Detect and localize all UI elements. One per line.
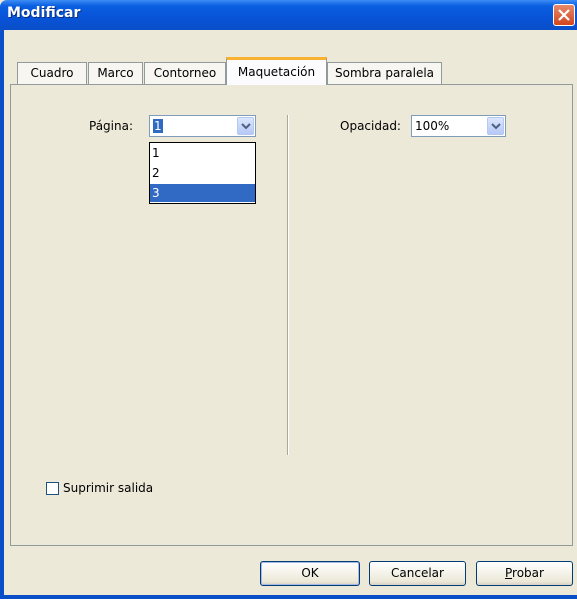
probar-button[interactable]: Probar [476,561,573,586]
pagina-options-list: 1 2 3 [149,142,256,204]
window-frame-left [0,30,4,599]
tab-sombra-paralela[interactable]: Sombra paralela [327,62,442,84]
probar-label-rest: robar [512,566,544,580]
ok-button[interactable]: OK [260,561,360,586]
window-frame-bottom [0,595,577,599]
column-divider [287,115,289,455]
pagina-option-3[interactable]: 3 [150,184,255,202]
tab-marco[interactable]: Marco [88,62,143,84]
title-bar[interactable]: Modificar [0,0,577,30]
tab-maquetacion[interactable]: Maquetación [226,57,327,85]
pagina-value: 1 [153,119,163,133]
close-button[interactable] [553,4,575,26]
probar-accesskey: P [505,566,513,580]
close-icon [558,9,570,21]
suprimir-salida-checkbox[interactable] [46,482,59,495]
tab-contorneo[interactable]: Contorneo [144,62,226,84]
tab-panel [10,84,573,546]
suprimir-salida-label[interactable]: Suprimir salida [63,481,153,495]
chevron-down-icon [491,123,501,130]
pagina-dropdown-button[interactable] [237,117,254,135]
opacidad-label: Opacidad: [340,119,401,133]
opacidad-select[interactable]: 100% [411,115,506,137]
pagina-select[interactable]: 1 [149,115,256,137]
pagina-option-2[interactable]: 2 [150,164,255,182]
window-title: Modificar [7,5,81,21]
opacidad-dropdown-button[interactable] [487,117,504,135]
pagina-option-1[interactable]: 1 [150,144,255,162]
cancel-button[interactable]: Cancelar [369,561,466,586]
chevron-down-icon [241,123,251,130]
pagina-label: Página: [89,119,134,133]
tab-cuadro[interactable]: Cuadro [17,62,87,84]
dialog-window: Modificar Cuadro Marco Contorneo Maqueta… [0,0,577,599]
opacidad-value: 100% [415,119,450,133]
